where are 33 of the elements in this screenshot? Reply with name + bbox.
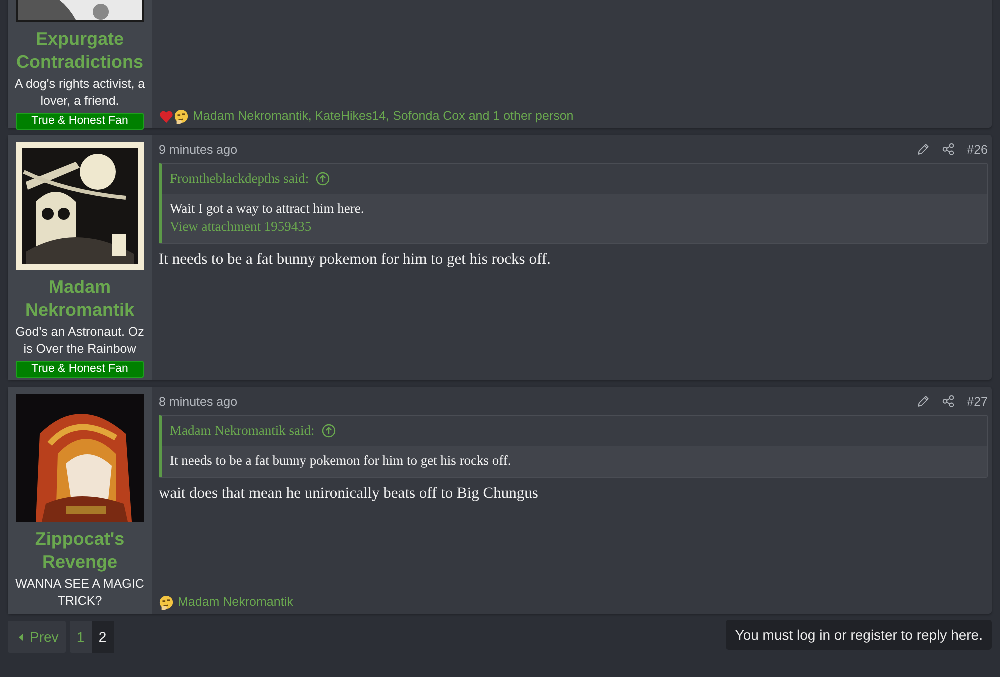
attachment-link[interactable]: View attachment 1959435 (170, 218, 979, 236)
quote-author-link[interactable]: Fromtheblackdepths said: (170, 171, 310, 187)
heart-icon (159, 108, 174, 124)
thinking-emoji-icon (174, 108, 189, 124)
quote-author-link[interactable]: Madam Nekromantik said: (170, 423, 315, 439)
page-number-button[interactable]: 1 (70, 621, 92, 653)
user-banner: True & Honest Fan (16, 361, 144, 378)
post-text: It needs to be a fat bunny pokemon for him to get his rocks off. (159, 251, 552, 269)
quote-text: Wait I got a way to attract him here. (170, 200, 366, 218)
share-icon[interactable] (942, 143, 956, 156)
user-title: God's an Astronaut. Oz is Over the Rainbow (14, 324, 146, 358)
post-text: wait does that mean he unironically beats off to Big Chungus (159, 485, 540, 503)
login-notice: You must log in or register to reply here. (726, 620, 992, 650)
post-time[interactable]: 9 minutes ago (159, 142, 238, 156)
post-number-link[interactable]: #27 (967, 394, 988, 408)
prev-page-button[interactable]: Prev (8, 621, 66, 653)
reaction-users-link[interactable]: Madam Nekromantik (178, 595, 294, 609)
caret-left-icon (18, 632, 24, 642)
post-number-link[interactable]: #26 (967, 142, 988, 156)
user-title: WANNA SEE A MAGIC TRICK? (14, 576, 146, 610)
post-time[interactable]: 8 minutes ago (159, 394, 238, 408)
reaction-users-link[interactable]: Madam Nekromantik, KateHikes14, Sofonda Cox and 1 other person (193, 109, 574, 123)
username-link[interactable]: Madam Nekromantik (15, 276, 145, 322)
user-banner: True & Honest Fan (16, 113, 144, 130)
username-link[interactable]: Zippocat's Revenge (15, 528, 145, 574)
username-link[interactable]: Expurgate Contradictions (15, 28, 145, 74)
user-title: A dog's rights activist, a lover, a friend. (14, 76, 146, 110)
share-icon[interactable] (942, 395, 956, 408)
pencil-icon[interactable] (917, 395, 930, 408)
quote-text: It needs to be a fat bunny pokemon for him to get his rocks off. (170, 452, 512, 470)
pencil-icon[interactable] (917, 143, 930, 156)
page-number-button[interactable]: 2 (92, 621, 114, 653)
thinking-emoji-icon (159, 594, 174, 610)
